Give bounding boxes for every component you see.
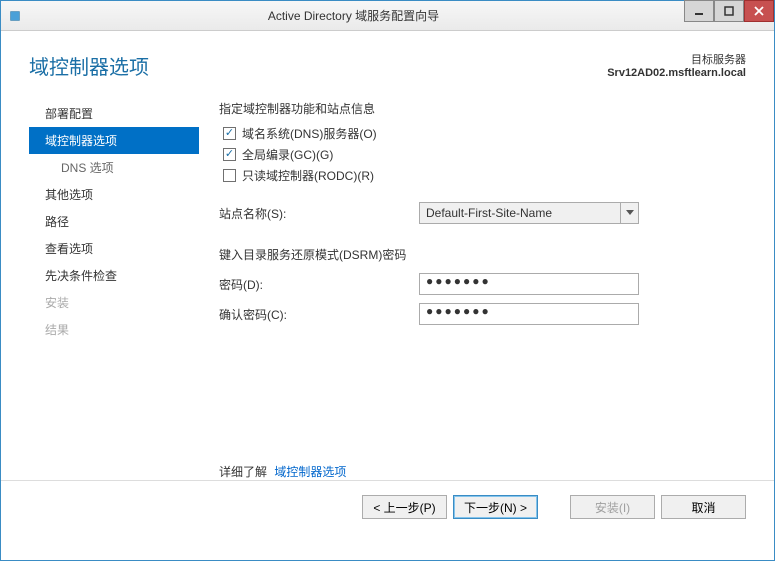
password-row: 密码(D): ●●●●●●●: [219, 273, 746, 295]
site-name-label: 站点名称(S):: [219, 205, 419, 222]
next-button[interactable]: 下一步(N) >: [453, 495, 538, 519]
cancel-button[interactable]: 取消: [661, 495, 746, 519]
checkbox-row-gc[interactable]: 全局编录(GC)(G): [219, 146, 746, 163]
target-server-block: 目标服务器 Srv12AD02.msftlearn.local: [607, 51, 746, 79]
footer: < 上一步(P) 下一步(N) > 安装(I) 取消: [1, 480, 774, 533]
site-name-combo[interactable]: Default-First-Site-Name: [419, 202, 639, 224]
checkbox-gc-label: 全局编录(GC)(G): [242, 146, 333, 163]
body: 部署配置 域控制器选项 DNS 选项 其他选项 路径 查看选项 先决条件检查 安…: [1, 80, 774, 480]
more-info-link[interactable]: 域控制器选项: [274, 465, 346, 479]
checkbox-dns[interactable]: [223, 127, 236, 140]
titlebar: Active Directory 域服务配置向导: [1, 1, 774, 31]
page-title: 域控制器选项: [29, 51, 149, 80]
target-server-value: Srv12AD02.msftlearn.local: [607, 67, 746, 79]
capabilities-label: 指定域控制器功能和站点信息: [219, 100, 746, 117]
confirm-password-row: 确认密码(C): ●●●●●●●: [219, 303, 746, 325]
close-button[interactable]: [744, 0, 774, 22]
checkbox-gc[interactable]: [223, 148, 236, 161]
more-info-row: 详细了解 域控制器选项: [219, 463, 746, 480]
main-panel: 指定域控制器功能和站点信息 域名系统(DNS)服务器(O) 全局编录(GC)(G…: [199, 100, 746, 480]
install-button: 安装(I): [570, 495, 655, 519]
sidebar-item-deploy-config[interactable]: 部署配置: [29, 100, 199, 127]
app-icon: [7, 8, 23, 24]
window-title: Active Directory 域服务配置向导: [23, 7, 684, 24]
checkbox-dns-label: 域名系统(DNS)服务器(O): [242, 125, 377, 142]
target-server-label: 目标服务器: [607, 51, 746, 67]
window-controls: [684, 1, 774, 30]
header: 域控制器选项 目标服务器 Srv12AD02.msftlearn.local: [1, 31, 774, 80]
sidebar-item-results: 结果: [29, 316, 199, 343]
checkbox-row-dns[interactable]: 域名系统(DNS)服务器(O): [219, 125, 746, 142]
chevron-down-icon[interactable]: [620, 203, 638, 223]
sidebar-item-prereq-check[interactable]: 先决条件检查: [29, 262, 199, 289]
prev-button[interactable]: < 上一步(P): [362, 495, 447, 519]
checkbox-rodc[interactable]: [223, 169, 236, 182]
maximize-button[interactable]: [714, 0, 744, 22]
more-info-text: 详细了解: [219, 465, 267, 479]
password-input[interactable]: ●●●●●●●: [419, 273, 639, 295]
sidebar-item-dc-options[interactable]: 域控制器选项: [29, 127, 199, 154]
checkbox-rodc-label: 只读域控制器(RODC)(R): [242, 167, 374, 184]
dsrm-label: 键入目录服务还原模式(DSRM)密码: [219, 246, 746, 263]
confirm-password-input[interactable]: ●●●●●●●: [419, 303, 639, 325]
sidebar-item-review-options[interactable]: 查看选项: [29, 235, 199, 262]
minimize-button[interactable]: [684, 0, 714, 22]
site-row: 站点名称(S): Default-First-Site-Name: [219, 202, 746, 224]
password-label: 密码(D):: [219, 276, 419, 293]
sidebar-item-dns-options[interactable]: DNS 选项: [29, 154, 199, 181]
confirm-password-label: 确认密码(C):: [219, 306, 419, 323]
sidebar-item-paths[interactable]: 路径: [29, 208, 199, 235]
sidebar-item-other-options[interactable]: 其他选项: [29, 181, 199, 208]
sidebar: 部署配置 域控制器选项 DNS 选项 其他选项 路径 查看选项 先决条件检查 安…: [29, 100, 199, 480]
sidebar-item-install: 安装: [29, 289, 199, 316]
site-name-value: Default-First-Site-Name: [420, 206, 620, 220]
checkbox-row-rodc[interactable]: 只读域控制器(RODC)(R): [219, 167, 746, 184]
